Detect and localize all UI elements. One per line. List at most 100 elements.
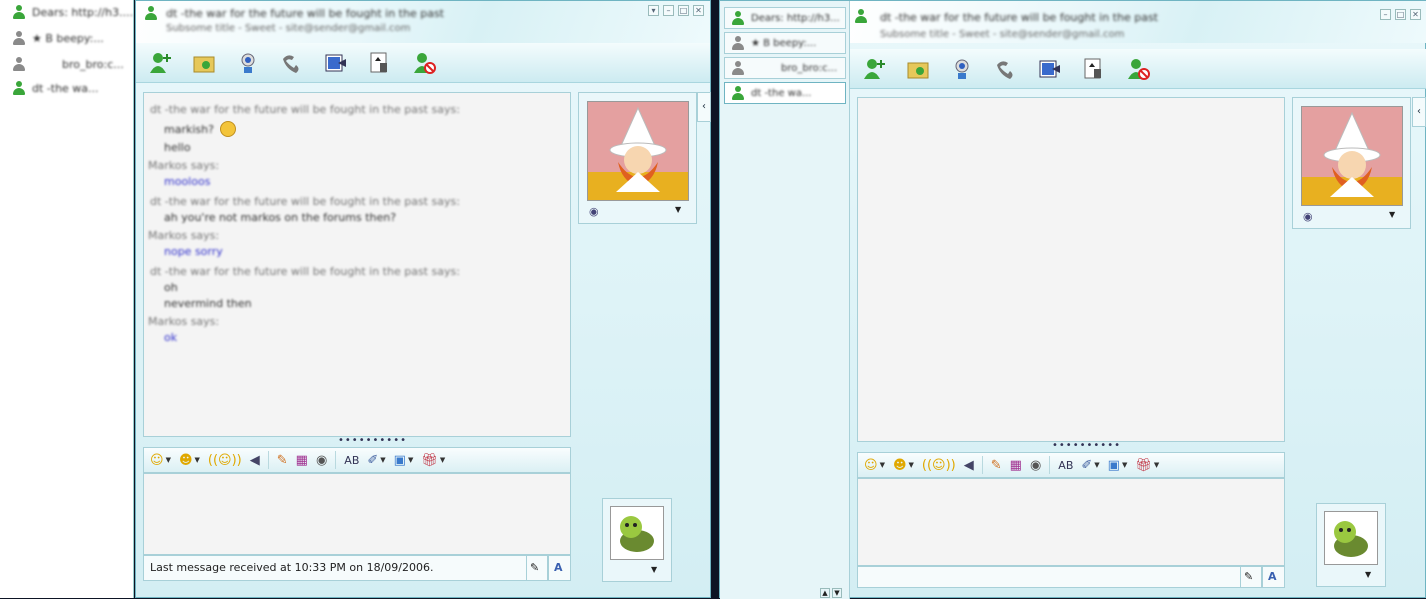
wink-icon[interactable]: ☻ ▼ xyxy=(179,450,200,470)
contact-avatar[interactable] xyxy=(1301,106,1403,206)
window-subtitle: Subsome title - Sweet - site@sender@gmai… xyxy=(880,29,1125,40)
handwriting-mode-button[interactable]: ✎ xyxy=(1240,566,1262,588)
block-icon[interactable] xyxy=(1124,55,1152,83)
my-avatar[interactable] xyxy=(610,506,664,560)
my-avatar-menu-arrow[interactable]: ▼ xyxy=(651,565,657,574)
send-files-icon[interactable] xyxy=(904,55,932,83)
message-header: Markos says: xyxy=(148,159,220,172)
tab-item[interactable]: ★ B beepy:... xyxy=(724,32,846,54)
emoticon-icon[interactable]: ☺ ▼ xyxy=(864,455,885,475)
spell-icon[interactable]: AB xyxy=(344,450,359,470)
handwriting-mode-button[interactable]: ✎ xyxy=(526,555,548,581)
tab-item[interactable]: bro_bro:c... xyxy=(724,57,846,79)
contact-item[interactable]: bro_bro:c... xyxy=(0,54,134,74)
tab-item-active[interactable]: dt -the wa... xyxy=(724,82,846,104)
tab-item[interactable]: Dears: http://h3... xyxy=(724,7,846,29)
conversation-tabs: Dears: http://h3... ★ B beepy:... bro_br… xyxy=(720,1,850,599)
scroll-up-button[interactable]: ▲ xyxy=(820,588,830,598)
spell-icon[interactable]: AB xyxy=(1058,455,1073,475)
voice-clip-icon[interactable]: ◀ xyxy=(964,455,974,475)
webcam-icon: ◉ xyxy=(589,205,599,218)
phone-call-icon[interactable] xyxy=(278,49,306,77)
contact-avatar[interactable] xyxy=(587,101,689,201)
font-button[interactable]: A xyxy=(1262,566,1285,588)
gift-icon[interactable]: 🎁︎ ▼ xyxy=(1135,455,1159,475)
games-icon[interactable] xyxy=(366,49,394,77)
maximize-button[interactable]: □ xyxy=(678,5,689,16)
format-toolbar: ☺ ▼ ☻ ▼ ((☺)) ◀ ✎ ▦ ◉ AB ✐ ▼ ▣ ▼ 🎁︎ ▼ xyxy=(143,447,571,473)
activities-icon[interactable] xyxy=(322,49,350,77)
my-avatar-menu-arrow[interactable]: ▼ xyxy=(1365,570,1371,579)
tab-label: ★ B beepy:... xyxy=(751,37,817,49)
window-title: dt -the war for the future will be fough… xyxy=(880,11,1158,24)
message-input[interactable] xyxy=(857,478,1285,566)
contact-item[interactable]: dt -the wa... xyxy=(0,78,134,98)
activities-icon[interactable] xyxy=(1036,55,1064,83)
share-icon[interactable]: ▣ ▼ xyxy=(394,450,414,470)
right-conversation-area: dt -the war for the future will be fough… xyxy=(850,1,1426,599)
minimize-button[interactable]: – xyxy=(663,5,674,16)
menu-button[interactable]: ▾ xyxy=(648,5,659,16)
contact-item[interactable]: ★ B beepy:... xyxy=(0,28,134,48)
scroll-down-button[interactable]: ▼ xyxy=(832,588,842,598)
background-icon[interactable]: ▦ xyxy=(1010,455,1022,475)
conversation-window-right: Dears: http://h3... ★ B beepy:... bro_br… xyxy=(719,0,1426,599)
sound-icon[interactable]: ◉ xyxy=(316,450,327,470)
resize-grip[interactable]: •••••••••• xyxy=(1052,441,1121,451)
resize-grip[interactable]: •••••••••• xyxy=(338,436,407,446)
message-text: nevermind then xyxy=(164,297,252,310)
ink-icon[interactable]: ✎ xyxy=(277,450,288,470)
contact-label: Dears: http://h3.... xyxy=(32,5,134,19)
voice-clip-icon[interactable]: ◀ xyxy=(250,450,260,470)
collapse-panel-button[interactable]: ‹ xyxy=(697,92,711,122)
avatar-menu-arrow[interactable]: ▼ xyxy=(1389,210,1395,219)
avatar-menu-arrow[interactable]: ▼ xyxy=(675,205,681,214)
nudge-icon[interactable]: ((☺)) xyxy=(208,450,242,470)
message-header: Markos says: xyxy=(148,315,220,328)
maximize-button[interactable]: □ xyxy=(1395,9,1406,20)
video-call-icon[interactable] xyxy=(948,55,976,83)
contact-picture-panel: ◉ ▼ xyxy=(578,92,697,224)
nudge-icon[interactable]: ((☺)) xyxy=(922,455,956,475)
tab-label: Dears: http://h3... xyxy=(751,12,840,24)
message-text: markish? xyxy=(164,123,214,136)
close-button[interactable]: ✕ xyxy=(1410,9,1421,20)
gift-icon[interactable]: 🎁︎ ▼ xyxy=(421,450,445,470)
message-input[interactable] xyxy=(143,473,571,555)
handwriting-icon[interactable]: ✐ ▼ xyxy=(367,450,385,470)
title-bar[interactable]: dt -the war for the future will be fough… xyxy=(136,1,710,43)
games-icon[interactable] xyxy=(1080,55,1108,83)
conversation-history: dt -the war for the future will be fough… xyxy=(143,92,571,437)
title-bar[interactable]: dt -the war for the future will be fough… xyxy=(850,1,1426,43)
font-button[interactable]: A xyxy=(548,555,571,581)
handwriting-icon[interactable]: ✐ ▼ xyxy=(1081,455,1099,475)
contact-offline-icon xyxy=(12,31,26,45)
sound-icon[interactable]: ◉ xyxy=(1030,455,1041,475)
invite-icon[interactable] xyxy=(146,49,174,77)
video-call-icon[interactable] xyxy=(234,49,262,77)
format-toolbar: ☺ ▼ ☻ ▼ ((☺)) ◀ ✎ ▦ ◉ AB ✐ ▼ ▣ ▼ 🎁︎ ▼ xyxy=(857,452,1285,478)
my-avatar[interactable] xyxy=(1324,511,1378,565)
background-icon[interactable]: ▦ xyxy=(296,450,308,470)
status-bar-text: Last message received at 10:33 PM on 18/… xyxy=(143,555,527,581)
message-text: ok xyxy=(164,331,178,344)
collapse-panel-button[interactable]: ‹ xyxy=(1412,97,1426,127)
phone-call-icon[interactable] xyxy=(992,55,1020,83)
emoticon-icon[interactable]: ☺ ▼ xyxy=(150,450,171,470)
wink-icon[interactable]: ☻ ▼ xyxy=(893,455,914,475)
contact-list-left: Dears: http://h3.... ★ B beepy:... bro_b… xyxy=(0,0,134,598)
close-button[interactable]: ✕ xyxy=(693,5,704,16)
message-header: dt -the war for the future will be fough… xyxy=(150,103,460,116)
share-icon[interactable]: ▣ ▼ xyxy=(1108,455,1128,475)
ink-icon[interactable]: ✎ xyxy=(991,455,1002,475)
window-subtitle: Subsome title - Sweet - site@sender@gmai… xyxy=(166,23,411,34)
status-bar xyxy=(857,566,1241,588)
emoticon-icon xyxy=(220,121,236,137)
minimize-button[interactable]: – xyxy=(1380,9,1391,20)
block-icon[interactable] xyxy=(410,49,438,77)
message-header: dt -the war for the future will be fough… xyxy=(150,195,460,208)
invite-icon[interactable] xyxy=(860,55,888,83)
contact-item[interactable]: Dears: http://h3.... xyxy=(0,2,134,22)
send-files-icon[interactable] xyxy=(190,49,218,77)
contact-online-icon xyxy=(731,86,745,100)
